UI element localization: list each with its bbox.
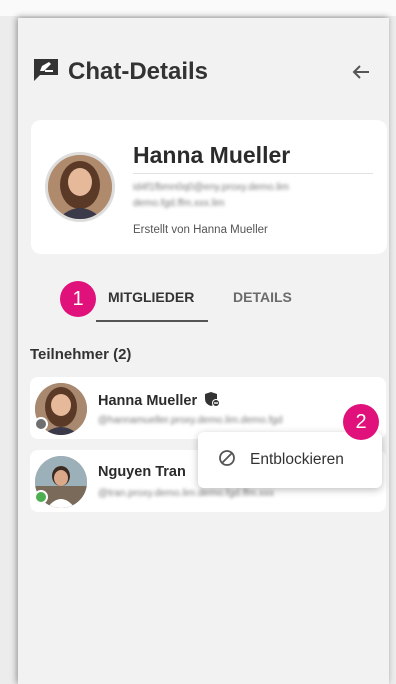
tab-details[interactable]: DETAILS: [233, 272, 292, 322]
status-offline-indicator: [34, 417, 48, 431]
tab-mitglieder[interactable]: MITGLIEDER: [108, 272, 194, 322]
unblock-menu-item[interactable]: Entblockieren: [198, 432, 382, 488]
member-name-row: Hanna Mueller: [98, 391, 221, 411]
member-row-hanna[interactable]: Hanna Mueller @hannamueller.proxy.demo.l…: [30, 377, 386, 439]
step-marker-2: 2: [343, 404, 379, 440]
panel-header: Chat-Details: [32, 52, 375, 92]
profile-email: id4f1fbmn0q0@eny.proxy.demo.lim demo.fgd…: [133, 182, 289, 209]
block-icon: [218, 449, 236, 472]
back-arrow-icon[interactable]: [347, 58, 375, 86]
participants-heading: Teilnehmer (2): [30, 346, 132, 363]
profile-created-by: Erstellt von Hanna Mueller: [133, 224, 268, 236]
profile-card: Hanna Mueller id4f1fbmn0q0@eny.proxy.dem…: [31, 120, 387, 254]
blocked-user-icon: [204, 391, 221, 411]
profile-divider: [133, 173, 373, 174]
profile-name: Hanna Mueller: [133, 142, 291, 168]
member-email: @hannamueller.proxy.demo.lim.demo.fgd: [98, 415, 283, 426]
chat-edit-icon: [32, 57, 60, 88]
profile-avatar: [45, 152, 115, 222]
active-tab-indicator: [96, 320, 208, 322]
member-name: Nguyen Tran: [98, 464, 186, 480]
member-name: Hanna Mueller: [98, 393, 198, 409]
unblock-label: Entblockieren: [250, 451, 344, 468]
status-online-indicator: [34, 490, 48, 504]
top-strip: [0, 0, 396, 16]
panel-title: Chat-Details: [68, 58, 209, 85]
member-email: @tran.proxy.demo.lim.demo.fgd.ffm.xxx: [98, 488, 274, 499]
tab-bar: MITGLIEDER DETAILS: [78, 272, 292, 326]
